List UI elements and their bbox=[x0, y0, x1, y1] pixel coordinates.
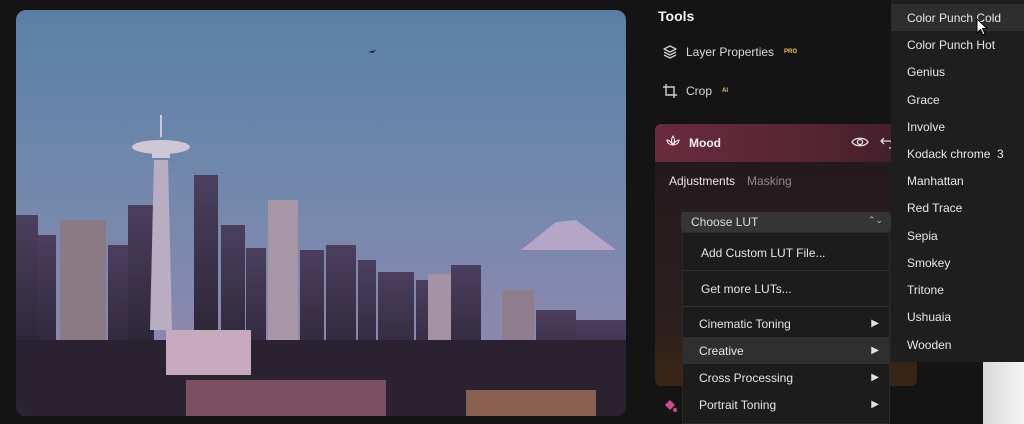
menu-item-creative[interactable]: Creative ▶ bbox=[683, 337, 889, 364]
app-window: Tools Layer Properties PRO Crop AI Mood bbox=[0, 0, 1024, 424]
menu-divider bbox=[683, 306, 889, 307]
submenu-arrow-icon: ▶ bbox=[871, 399, 879, 410]
visibility-eye-icon[interactable] bbox=[851, 134, 869, 155]
submenu-arrow-icon: ▶ bbox=[871, 318, 879, 329]
layer-properties-label: Layer Properties bbox=[686, 45, 775, 59]
mood-actions bbox=[851, 134, 895, 155]
submenu-item-smokey[interactable]: Smokey bbox=[891, 249, 1024, 276]
menu-divider bbox=[683, 270, 889, 271]
pro-badge: PRO bbox=[784, 49, 798, 55]
menu-item-label: Portrait Toning bbox=[699, 397, 777, 412]
lut-dropdown-menu: Add Custom LUT File... Get more LUTs... … bbox=[682, 232, 890, 424]
menu-item-label: Creative bbox=[699, 343, 744, 358]
mood-title: Mood bbox=[689, 136, 721, 150]
ai-badge: AI bbox=[722, 88, 729, 94]
mood-header[interactable]: Mood bbox=[655, 124, 917, 162]
submenu-item-tritone[interactable]: Tritone bbox=[891, 276, 1024, 303]
menu-item-add-custom-lut[interactable]: Add Custom LUT File... bbox=[683, 239, 889, 266]
submenu-item-color-punch-hot[interactable]: Color Punch Hot bbox=[891, 31, 1024, 58]
photo-canvas[interactable] bbox=[16, 10, 626, 416]
seattle-skyline-photo bbox=[16, 10, 626, 416]
menu-item-label: Cross Processing bbox=[699, 370, 794, 385]
submenu-item-genius[interactable]: Genius bbox=[891, 58, 1024, 85]
choose-lut-label: Choose LUT bbox=[691, 215, 759, 229]
submenu-item-label: Sepia bbox=[907, 228, 938, 243]
submenu-item-label: Red Trace bbox=[907, 200, 963, 215]
submenu-item-label: Grace bbox=[907, 92, 940, 107]
submenu-item-label: Wooden bbox=[907, 337, 952, 352]
submenu-item-kodack-chrome-3[interactable]: Kodack chrome 3 bbox=[891, 140, 1024, 167]
submenu-arrow-icon: ▶ bbox=[871, 372, 879, 383]
background-window-edge bbox=[983, 362, 1024, 424]
mood-lotus-icon bbox=[665, 133, 681, 154]
menu-item-label: Cinematic Toning bbox=[699, 316, 791, 331]
mouse-cursor-icon bbox=[976, 17, 989, 41]
submenu-item-color-punch-cold[interactable]: Color Punch Cold bbox=[891, 4, 1024, 31]
crop-label: Crop bbox=[686, 84, 713, 98]
menu-item-cinematic-toning[interactable]: Cinematic Toning ▶ bbox=[683, 310, 889, 337]
submenu-item-involve[interactable]: Involve bbox=[891, 113, 1024, 140]
layers-icon bbox=[662, 44, 678, 60]
tab-adjustments[interactable]: Adjustments bbox=[669, 174, 735, 188]
submenu-item-label: Smokey bbox=[907, 255, 951, 270]
menu-item-label: Get more LUTs... bbox=[701, 281, 792, 296]
layer-properties-tool[interactable]: Layer Properties PRO bbox=[662, 44, 797, 60]
choose-lut-select[interactable]: Choose LUT ⌃⌄ bbox=[681, 212, 891, 232]
tab-masking[interactable]: Masking bbox=[747, 174, 792, 188]
submenu-item-manhattan[interactable]: Manhattan bbox=[891, 167, 1024, 194]
submenu-item-wooden[interactable]: Wooden bbox=[891, 331, 1024, 358]
paint-bucket-icon[interactable] bbox=[662, 398, 678, 419]
submenu-item-label: Involve bbox=[907, 119, 946, 134]
creative-submenu: Color Punch Cold Color Punch Hot Genius … bbox=[891, 0, 1024, 362]
tools-title: Tools bbox=[658, 8, 695, 24]
crop-icon bbox=[662, 83, 678, 99]
submenu-item-sepia[interactable]: Sepia bbox=[891, 222, 1024, 249]
submenu-arrow-icon: ▶ bbox=[871, 345, 879, 356]
menu-item-cross-processing[interactable]: Cross Processing ▶ bbox=[683, 364, 889, 391]
submenu-item-ushuaia[interactable]: Ushuaia bbox=[891, 303, 1024, 330]
crop-tool[interactable]: Crop AI bbox=[662, 83, 728, 99]
menu-item-portrait-toning[interactable]: Portrait Toning ▶ bbox=[683, 391, 889, 418]
submenu-item-red-trace[interactable]: Red Trace bbox=[891, 194, 1024, 221]
submenu-item-grace[interactable]: Grace bbox=[891, 86, 1024, 113]
submenu-item-label: Genius bbox=[907, 64, 946, 79]
menu-item-get-more-luts[interactable]: Get more LUTs... bbox=[683, 275, 889, 302]
chevron-updown-icon: ⌃⌄ bbox=[867, 215, 883, 225]
submenu-item-label: Tritone bbox=[907, 282, 944, 297]
submenu-item-label: Kodack chrome 3 bbox=[907, 146, 1004, 161]
mood-tabs: Adjustments Masking bbox=[655, 162, 917, 200]
submenu-item-label: Manhattan bbox=[907, 173, 964, 188]
menu-item-label: Add Custom LUT File... bbox=[701, 245, 826, 260]
submenu-item-label: Ushuaia bbox=[907, 309, 952, 324]
